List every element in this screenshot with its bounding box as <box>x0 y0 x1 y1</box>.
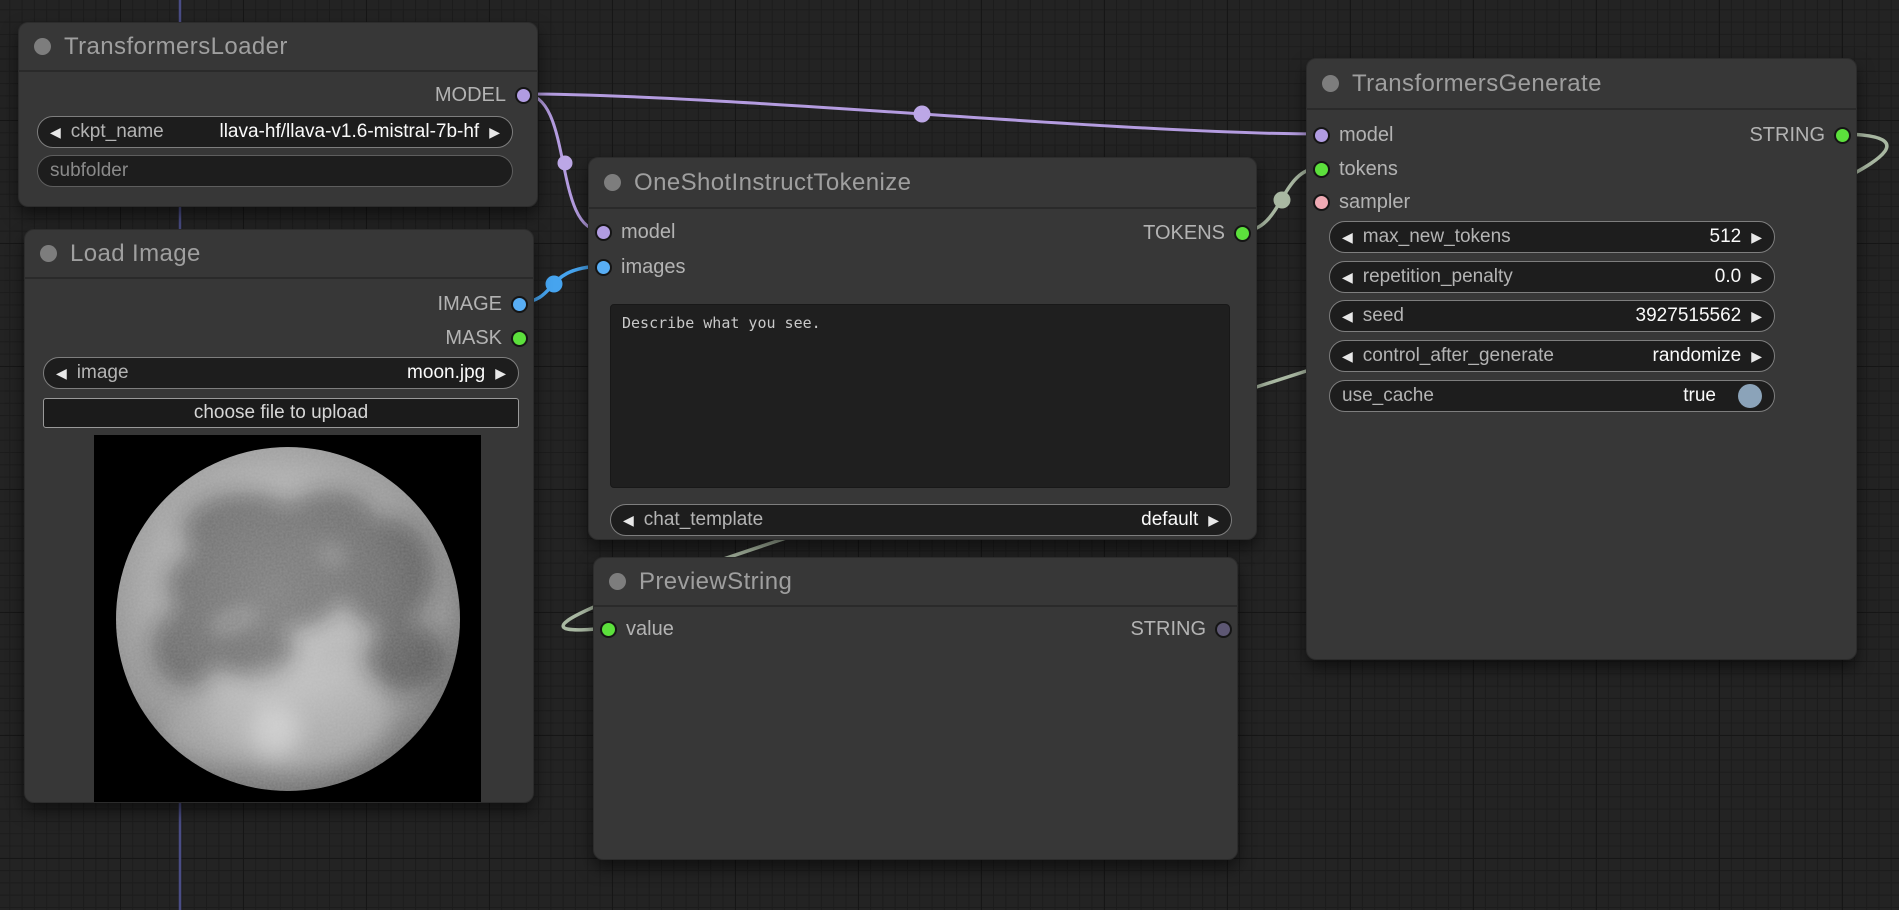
output-slot-string[interactable]: STRING <box>1749 121 1851 149</box>
collapse-dot-icon[interactable] <box>604 174 621 191</box>
moon-image <box>94 435 481 802</box>
input-slot-tokens[interactable]: tokens <box>1313 155 1398 183</box>
output-slot-model[interactable]: MODEL <box>435 81 532 109</box>
node-title-bar[interactable]: TransformersLoader <box>19 23 537 72</box>
max-new-tokens-widget[interactable]: ◀ max_new_tokens 512 ▶ <box>1329 221 1775 253</box>
increment-arrow-icon[interactable]: ▶ <box>1751 230 1762 244</box>
node-graph-canvas[interactable]: TransformersLoader MODEL ◀ ckpt_name lla… <box>0 0 1899 910</box>
chat-template-widget[interactable]: ◀ chat_template default ▶ <box>610 504 1232 536</box>
increment-arrow-icon[interactable]: ▶ <box>1208 513 1219 527</box>
node-title-bar[interactable]: OneShotInstructTokenize <box>589 158 1256 209</box>
input-slot-model[interactable]: model <box>595 218 675 246</box>
output-slot-tokens[interactable]: TOKENS <box>1143 219 1251 247</box>
decrement-arrow-icon[interactable]: ◀ <box>623 513 634 527</box>
use-cache-toggle[interactable]: use_cache true <box>1329 380 1775 412</box>
repetition-penalty-widget[interactable]: ◀ repetition_penalty 0.0 ▶ <box>1329 261 1775 293</box>
decrement-arrow-icon[interactable]: ◀ <box>56 366 67 380</box>
node-title: Load Image <box>70 240 201 268</box>
collapse-dot-icon[interactable] <box>34 38 51 55</box>
node-title: OneShotInstructTokenize <box>634 169 911 197</box>
output-slot-mask[interactable]: MASK <box>445 324 528 352</box>
slot-dot-model[interactable] <box>515 87 532 104</box>
subfolder-input[interactable]: subfolder <box>37 155 513 187</box>
node-title-bar[interactable]: Load Image <box>25 230 533 279</box>
node-title: TransformersLoader <box>64 33 288 61</box>
input-slot-value[interactable]: value <box>600 615 674 643</box>
node-transformers-loader[interactable]: TransformersLoader MODEL ◀ ckpt_name lla… <box>18 22 538 207</box>
decrement-arrow-icon[interactable]: ◀ <box>1342 230 1353 244</box>
node-preview-string[interactable]: PreviewString value STRING <box>593 557 1238 860</box>
slot-dot-tokens[interactable] <box>1313 161 1330 178</box>
increment-arrow-icon[interactable]: ▶ <box>1751 309 1762 323</box>
decrement-arrow-icon[interactable]: ◀ <box>50 125 61 139</box>
slot-dot-images[interactable] <box>595 259 612 276</box>
decrement-arrow-icon[interactable]: ◀ <box>1342 309 1353 323</box>
collapse-dot-icon[interactable] <box>40 245 57 262</box>
collapse-dot-icon[interactable] <box>609 573 626 590</box>
decrement-arrow-icon[interactable]: ◀ <box>1342 349 1353 363</box>
slot-dot-sampler[interactable] <box>1313 194 1330 211</box>
node-transformers-generate[interactable]: TransformersGenerate model tokens sample… <box>1306 58 1857 660</box>
decrement-arrow-icon[interactable]: ◀ <box>1342 270 1353 284</box>
node-oneshot-instruct-tokenize[interactable]: OneShotInstructTokenize model images TOK… <box>588 157 1257 540</box>
node-title: TransformersGenerate <box>1352 70 1602 98</box>
node-title-bar[interactable]: TransformersGenerate <box>1307 59 1856 110</box>
node-title: PreviewString <box>639 568 792 596</box>
seed-widget[interactable]: ◀ seed 3927515562 ▶ <box>1329 300 1775 332</box>
output-slot-string[interactable]: STRING <box>1130 615 1232 643</box>
input-slot-images[interactable]: images <box>595 253 685 281</box>
upload-file-button[interactable]: choose file to upload <box>43 398 519 428</box>
control-after-generate-widget[interactable]: ◀ control_after_generate randomize ▶ <box>1329 340 1775 372</box>
collapse-dot-icon[interactable] <box>1322 75 1339 92</box>
slot-dot-model[interactable] <box>1313 127 1330 144</box>
slot-dot-model[interactable] <box>595 224 612 241</box>
ckpt-name-widget[interactable]: ◀ ckpt_name llava-hf/llava-v1.6-mistral-… <box>37 116 513 148</box>
increment-arrow-icon[interactable]: ▶ <box>495 366 506 380</box>
slot-dot-tokens[interactable] <box>1234 225 1251 242</box>
increment-arrow-icon[interactable]: ▶ <box>1751 349 1762 363</box>
input-slot-model[interactable]: model <box>1313 121 1393 149</box>
link-midpoint-dot <box>1274 192 1291 209</box>
slot-dot-string[interactable] <box>1215 621 1232 638</box>
slot-dot-mask[interactable] <box>511 330 528 347</box>
node-load-image[interactable]: Load Image IMAGE MASK ◀ image moon.jpg ▶… <box>24 229 534 803</box>
slot-dot-image[interactable] <box>511 296 528 313</box>
link-midpoint-dot <box>558 156 573 171</box>
node-title-bar[interactable]: PreviewString <box>594 558 1237 607</box>
slot-dot-string[interactable] <box>1834 127 1851 144</box>
toggle-knob-icon[interactable] <box>1738 384 1762 408</box>
increment-arrow-icon[interactable]: ▶ <box>489 125 500 139</box>
link-midpoint-dot <box>914 106 931 123</box>
image-select-widget[interactable]: ◀ image moon.jpg ▶ <box>43 357 519 389</box>
link-midpoint-dot <box>546 276 563 293</box>
input-slot-sampler[interactable]: sampler <box>1313 188 1410 216</box>
prompt-textarea[interactable]: Describe what you see. <box>610 304 1230 488</box>
slot-dot-value[interactable] <box>600 621 617 638</box>
output-slot-image[interactable]: IMAGE <box>438 290 528 318</box>
increment-arrow-icon[interactable]: ▶ <box>1751 270 1762 284</box>
